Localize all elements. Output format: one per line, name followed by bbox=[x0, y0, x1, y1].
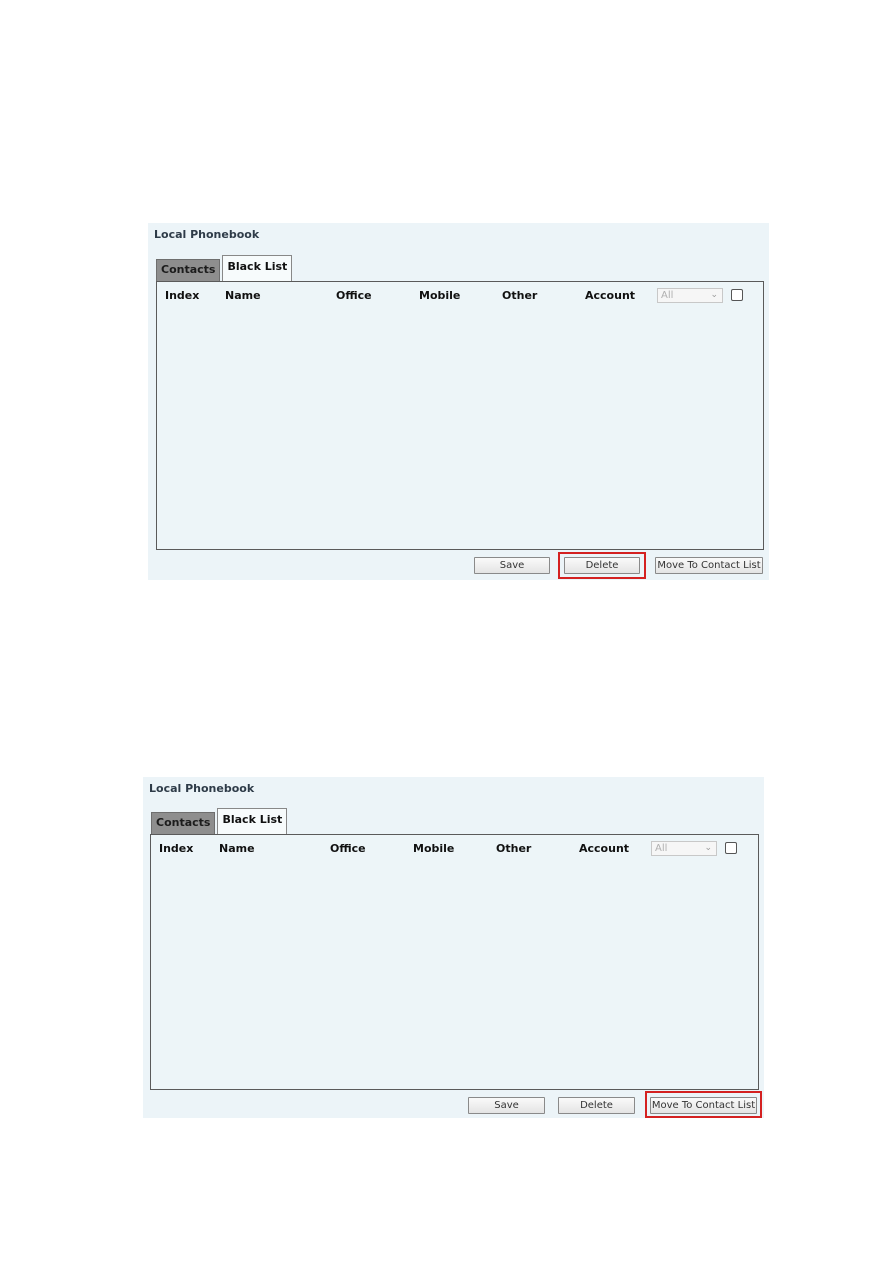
save-button[interactable]: Save bbox=[468, 1097, 545, 1114]
account-filter-value: All bbox=[661, 290, 674, 301]
black-list-table: Index Name Office Mobile Other Account A… bbox=[150, 834, 759, 1090]
panel-title: Local Phonebook bbox=[149, 782, 255, 795]
tab-bar: Contacts Black List bbox=[156, 254, 293, 282]
panel-title: Local Phonebook bbox=[154, 228, 260, 241]
tab-contacts[interactable]: Contacts bbox=[151, 812, 216, 834]
column-header-mobile: Mobile bbox=[419, 289, 461, 302]
column-header-other: Other bbox=[496, 842, 532, 855]
tab-bar: Contacts Black List bbox=[151, 807, 288, 835]
column-header-name: Name bbox=[225, 289, 261, 302]
account-filter-value: All bbox=[655, 843, 668, 854]
move-to-contact-list-button[interactable]: Move To Contact List bbox=[650, 1097, 757, 1114]
chevron-down-icon: ⌄ bbox=[704, 843, 712, 853]
delete-button[interactable]: Delete bbox=[564, 557, 640, 574]
black-list-table: Index Name Office Mobile Other Account A… bbox=[156, 281, 764, 550]
column-header-index: Index bbox=[159, 842, 194, 855]
chevron-down-icon: ⌄ bbox=[710, 290, 718, 300]
phonebook-panel-1: Local Phonebook Contacts Black List Inde… bbox=[148, 223, 769, 580]
column-header-office: Office bbox=[330, 842, 366, 855]
save-button[interactable]: Save bbox=[474, 557, 550, 574]
account-filter-select[interactable]: All ⌄ bbox=[657, 288, 723, 303]
account-filter-select[interactable]: All ⌄ bbox=[651, 841, 717, 856]
column-header-account: Account bbox=[579, 842, 630, 855]
column-header-mobile: Mobile bbox=[413, 842, 455, 855]
tab-contacts[interactable]: Contacts bbox=[156, 259, 221, 281]
phonebook-panel-2: Local Phonebook Contacts Black List Inde… bbox=[143, 777, 764, 1118]
tab-black-list[interactable]: Black List bbox=[217, 808, 288, 835]
column-header-other: Other bbox=[502, 289, 538, 302]
select-all-checkbox[interactable] bbox=[731, 289, 743, 301]
tab-black-list[interactable]: Black List bbox=[222, 255, 293, 282]
column-header-index: Index bbox=[165, 289, 200, 302]
column-header-name: Name bbox=[219, 842, 255, 855]
column-header-office: Office bbox=[336, 289, 372, 302]
move-to-contact-list-button[interactable]: Move To Contact List bbox=[655, 557, 763, 574]
delete-button[interactable]: Delete bbox=[558, 1097, 635, 1114]
column-header-account: Account bbox=[585, 289, 636, 302]
select-all-checkbox[interactable] bbox=[725, 842, 737, 854]
